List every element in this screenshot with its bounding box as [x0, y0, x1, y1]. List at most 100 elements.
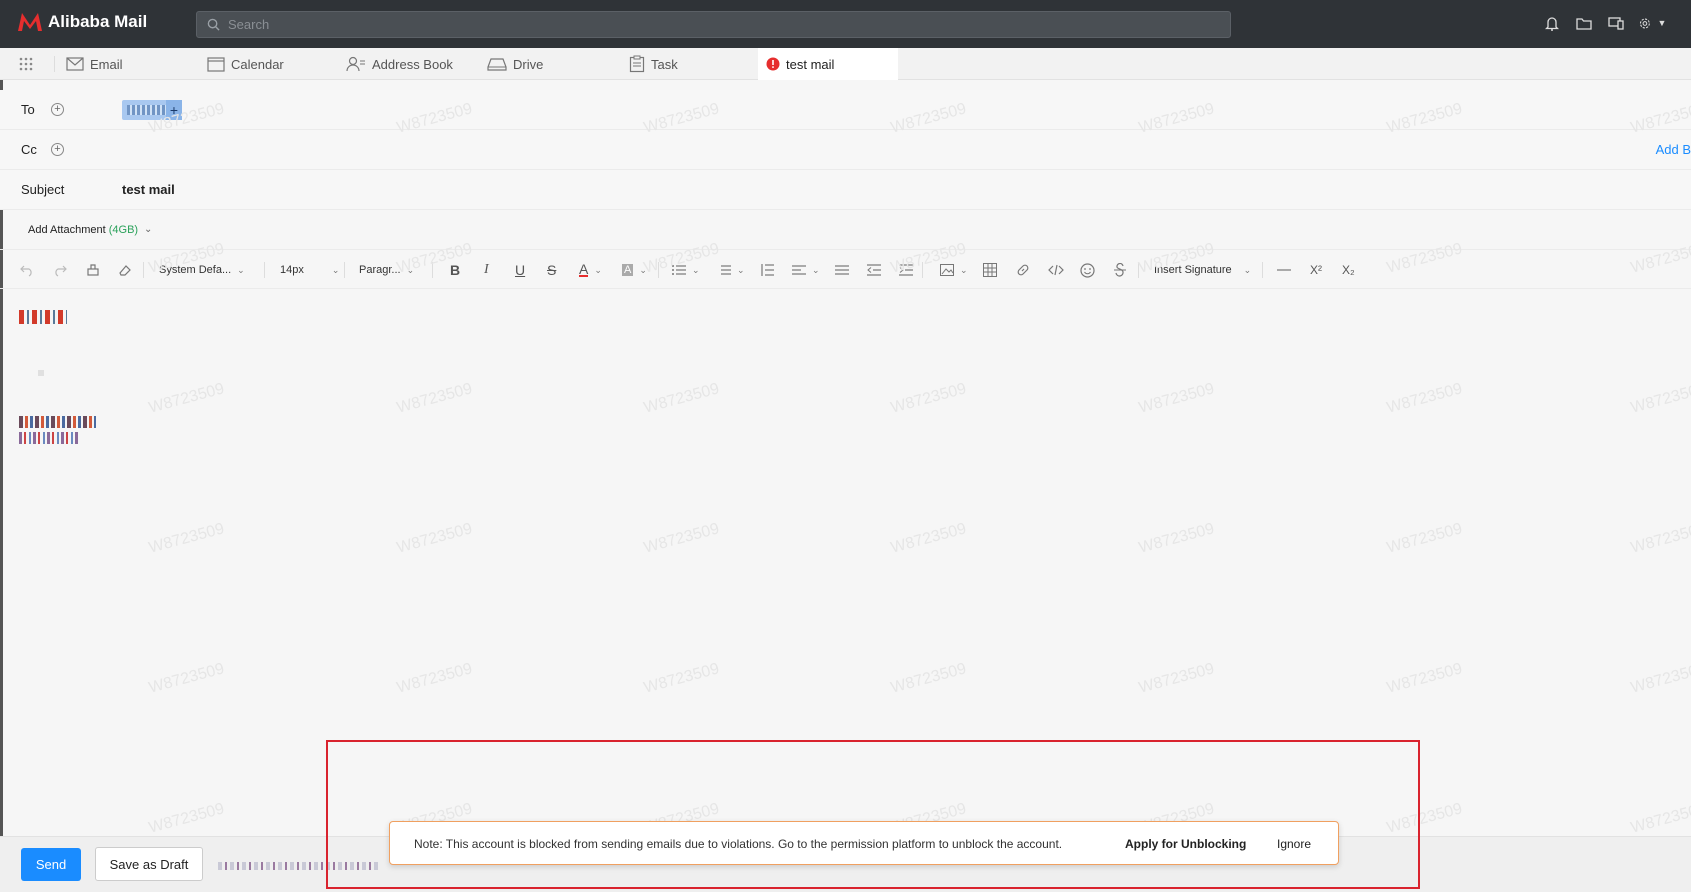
- calendar-icon: [207, 57, 225, 72]
- subject-input[interactable]: test mail: [122, 182, 175, 197]
- to-label: To: [21, 102, 35, 117]
- insert-signature-select[interactable]: Insert Signature ⌄: [1154, 261, 1251, 279]
- subject-label: Subject: [21, 182, 65, 197]
- tab-test-mail[interactable]: test mail: [758, 48, 898, 80]
- superscript-icon[interactable]: X²: [1310, 261, 1322, 279]
- add-cc-recipient-icon[interactable]: +: [51, 143, 64, 156]
- numbered-list-icon[interactable]: ⌄: [717, 261, 745, 279]
- app-logo[interactable]: Alibaba Mail: [16, 11, 147, 33]
- toolbar-divider: [264, 262, 265, 278]
- align-icon[interactable]: ⌄: [792, 261, 820, 279]
- nav-divider: [54, 56, 55, 72]
- redacted-footer-info: [218, 862, 378, 870]
- signature-strike-icon[interactable]: [1113, 261, 1127, 279]
- toolbar-divider: [1262, 262, 1263, 278]
- clear-format-icon[interactable]: [118, 261, 132, 279]
- gear-icon[interactable]: ▼: [1639, 14, 1669, 32]
- error-icon: [766, 57, 780, 71]
- tab-test-mail-label: test mail: [786, 56, 835, 72]
- font-family-select[interactable]: System Defa... ⌄: [159, 261, 245, 279]
- strikethrough-icon[interactable]: S: [547, 261, 556, 279]
- indent-icon[interactable]: [899, 261, 913, 279]
- link-icon[interactable]: [1016, 261, 1030, 279]
- tab-calendar[interactable]: Calendar: [207, 48, 284, 80]
- redacted-greeting: [19, 310, 67, 324]
- font-color-icon[interactable]: A ⌄: [579, 261, 602, 279]
- justify-icon[interactable]: [835, 261, 849, 279]
- search-icon: [207, 18, 220, 31]
- to-row: To + +: [0, 90, 1691, 130]
- insert-image-icon[interactable]: ⌄: [940, 261, 968, 279]
- emoji-icon[interactable]: [1080, 261, 1095, 279]
- attachment-size: (4GB): [108, 224, 139, 236]
- tab-address-book[interactable]: Address Book: [346, 48, 453, 80]
- apply-for-unblocking-button[interactable]: Apply for Unblocking: [1125, 837, 1246, 851]
- toolbar-divider: [432, 262, 433, 278]
- toolbar-divider: [658, 262, 659, 278]
- paragraph-select[interactable]: Paragr... ⌄: [359, 261, 414, 279]
- cc-label: Cc: [21, 142, 37, 157]
- tab-drive-label: Drive: [513, 56, 544, 72]
- insert-signature-label: Insert Signature: [1154, 264, 1232, 276]
- recipient-chip[interactable]: +: [122, 100, 182, 120]
- redacted-mark: [38, 370, 44, 376]
- message-body-editor[interactable]: [0, 290, 1691, 835]
- mail-icon: [66, 57, 84, 71]
- drive-icon: [487, 58, 507, 71]
- save-draft-button[interactable]: Save as Draft: [95, 847, 203, 881]
- send-button[interactable]: Send: [21, 848, 81, 881]
- toolbar-divider: [922, 262, 923, 278]
- undo-icon[interactable]: [20, 261, 34, 279]
- underline-icon[interactable]: U: [515, 261, 525, 279]
- tab-email[interactable]: Email: [66, 48, 123, 80]
- tab-calendar-label: Calendar: [231, 56, 284, 72]
- top-bar: Alibaba Mail ▼: [0, 0, 1691, 48]
- insert-table-icon[interactable]: [983, 261, 997, 279]
- chevron-down-icon: ⌄: [237, 264, 245, 275]
- line-height-icon[interactable]: [760, 261, 774, 279]
- toolbar-divider: [344, 262, 345, 278]
- folder-icon[interactable]: [1575, 14, 1593, 32]
- cc-row: Cc + Add B: [0, 130, 1691, 170]
- app-brand-name: Alibaba Mail: [48, 12, 148, 31]
- alibaba-logo-icon: [18, 13, 42, 31]
- bullet-list-icon[interactable]: ⌄: [672, 261, 700, 279]
- devices-icon[interactable]: [1607, 14, 1625, 32]
- font-size-select[interactable]: 14px ⌄: [280, 261, 339, 279]
- tab-email-label: Email: [90, 56, 123, 72]
- search-input[interactable]: [228, 17, 1128, 32]
- tab-task[interactable]: Task: [629, 48, 678, 80]
- add-attachment-button[interactable]: Add Attachment (4GB): [28, 224, 138, 236]
- account-blocked-notice: Note: This account is blocked from sendi…: [389, 821, 1339, 865]
- bell-icon[interactable]: [1543, 14, 1561, 32]
- add-bcc-link[interactable]: Add B: [1656, 142, 1691, 157]
- editor-toolbar: System Defa... ⌄ 14px ⌄ Paragr... ⌄ B I U S…: [0, 251, 1691, 289]
- contacts-icon: [346, 56, 365, 72]
- apps-grid-icon[interactable]: [18, 56, 34, 75]
- bold-icon[interactable]: B: [450, 261, 460, 279]
- chevron-down-icon[interactable]: ⌄: [144, 224, 152, 235]
- toolbar-divider: [143, 262, 144, 278]
- italic-icon[interactable]: I: [484, 261, 489, 279]
- redacted-signature-line-2: [19, 432, 79, 444]
- task-icon: [629, 55, 645, 73]
- search-box[interactable]: [196, 11, 1231, 38]
- ignore-button[interactable]: Ignore: [1277, 837, 1311, 851]
- code-icon[interactable]: [1048, 261, 1064, 279]
- horizontal-rule-icon[interactable]: [1277, 261, 1291, 279]
- recipient-add-button[interactable]: +: [166, 100, 182, 120]
- tab-task-label: Task: [651, 56, 678, 72]
- attachment-label: Add Attachment: [28, 224, 106, 236]
- notice-message: Note: This account is blocked from sendi…: [414, 837, 1063, 851]
- redo-icon[interactable]: [53, 261, 67, 279]
- font-family-value: System Defa...: [159, 264, 232, 276]
- subscript-icon[interactable]: X₂: [1342, 261, 1355, 279]
- highlight-color-icon[interactable]: A ⌄: [622, 261, 647, 279]
- tab-drive[interactable]: Drive: [487, 48, 543, 80]
- outdent-icon[interactable]: [867, 261, 881, 279]
- format-painter-icon[interactable]: [86, 261, 100, 279]
- add-to-recipient-icon[interactable]: +: [51, 103, 64, 116]
- redacted-signature-line-1: [19, 416, 96, 428]
- recipient-redacted: [127, 105, 167, 115]
- tab-address-book-label: Address Book: [372, 56, 453, 72]
